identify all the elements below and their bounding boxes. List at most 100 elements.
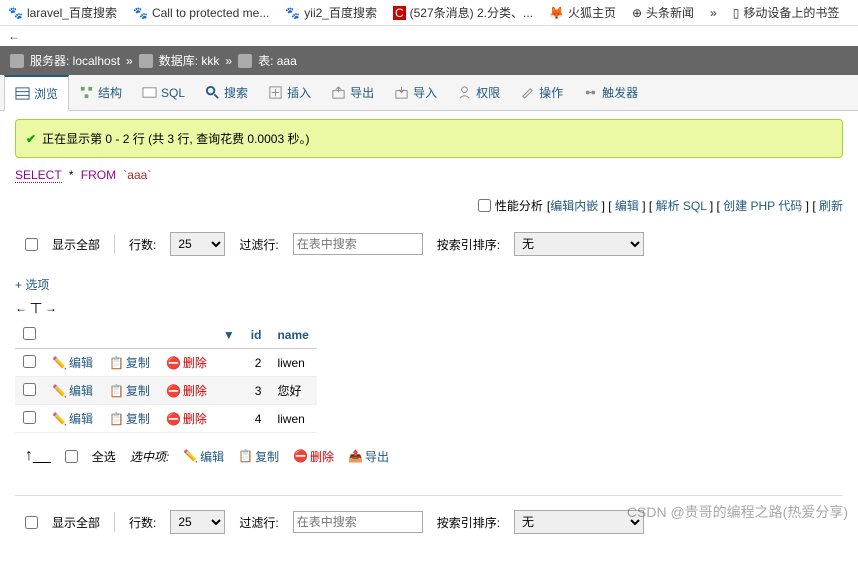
arrow-up-icon: ↑__	[25, 447, 51, 465]
link-refresh[interactable]: 刷新	[819, 199, 843, 213]
rows-label: 行数:	[129, 236, 156, 253]
cell-id: 3	[243, 377, 270, 405]
tab-structure[interactable]: 结构	[69, 75, 132, 110]
select-all-header[interactable]	[23, 327, 36, 340]
tab-triggers[interactable]: 触发器	[573, 75, 648, 110]
copy-icon: 📋	[238, 449, 253, 463]
search-icon	[205, 85, 220, 100]
operations-icon	[520, 85, 535, 100]
sort-select-bottom[interactable]: 无	[514, 510, 644, 534]
server-icon	[10, 54, 24, 68]
link-edit[interactable]: 编辑	[615, 199, 639, 213]
csdn-icon: C	[393, 6, 406, 20]
bookmark-item[interactable]: 🐾Call to protected me...	[133, 6, 269, 20]
cell-name: liwen	[269, 405, 316, 433]
controls-top: 显示全部 行数: 25 过滤行: 按索引排序: 无	[15, 232, 843, 256]
pencil-icon: ✏️	[183, 449, 198, 463]
tab-insert[interactable]: 插入	[258, 75, 321, 110]
row-checkbox[interactable]	[23, 355, 36, 368]
bulk-export[interactable]: 📤导出	[348, 448, 389, 465]
bookmark-item[interactable]: ⊕头条新闻	[632, 4, 694, 21]
showall-label: 显示全部	[52, 236, 100, 253]
breadcrumb: 服务器: localhost » 数据库: kkk » 表: aaa	[0, 46, 858, 75]
copy-icon: 📋	[109, 384, 124, 398]
pencil-icon: ✏️	[52, 356, 67, 370]
col-name[interactable]: name	[269, 322, 316, 349]
bulk-delete[interactable]: ⛔删除	[293, 448, 334, 465]
row-copy[interactable]: 📋复制	[109, 382, 150, 399]
showall-checkbox-bottom[interactable]	[25, 516, 38, 529]
options-toggle[interactable]: + 选项	[15, 276, 49, 293]
delete-icon: ⛔	[166, 412, 181, 426]
message-text: 正在显示第 0 - 2 行 (共 3 行, 查询花费 0.0003 秒。)	[42, 130, 309, 147]
privileges-icon	[457, 85, 472, 100]
bulk-edit[interactable]: ✏️编辑	[183, 448, 224, 465]
row-copy[interactable]: 📋复制	[109, 354, 150, 371]
row-edit[interactable]: ✏️编辑	[52, 382, 93, 399]
rows-select[interactable]: 25	[170, 232, 225, 256]
row-edit[interactable]: ✏️编辑	[52, 354, 93, 371]
link-explain[interactable]: 解析 SQL	[656, 199, 707, 213]
rows-select-bottom[interactable]: 25	[170, 510, 225, 534]
crumb-server[interactable]: 服务器: localhost	[30, 52, 120, 69]
delete-icon: ⛔	[166, 384, 181, 398]
row-edit[interactable]: ✏️编辑	[52, 410, 93, 427]
select-all-checkbox[interactable]	[65, 450, 78, 463]
row-delete[interactable]: ⛔删除	[166, 410, 207, 427]
database-icon	[139, 54, 153, 68]
copy-icon: 📋	[109, 412, 124, 426]
col-id[interactable]: id	[243, 322, 270, 349]
cell-id: 2	[243, 349, 270, 377]
filter-input[interactable]	[293, 233, 423, 255]
table-icon	[238, 54, 252, 68]
tab-search[interactable]: 搜索	[195, 75, 258, 110]
row-delete[interactable]: ⛔删除	[166, 354, 207, 371]
column-arrows[interactable]: ←丅→	[15, 299, 60, 316]
table-row: ✏️编辑📋复制⛔删除3您好	[15, 377, 317, 405]
nav-back[interactable]: ←	[0, 26, 858, 46]
tab-privileges[interactable]: 权限	[447, 75, 510, 110]
delete-icon: ⛔	[166, 356, 181, 370]
cell-name: liwen	[269, 349, 316, 377]
tab-browse[interactable]: 浏览	[4, 75, 69, 111]
bookmark-item[interactable]: 🐾laravel_百度搜索	[8, 4, 117, 21]
filter-input-bottom[interactable]	[293, 511, 423, 533]
insert-icon	[268, 85, 283, 100]
sql-query: SELECT * FROM `aaa`	[15, 168, 843, 183]
bookmark-overflow[interactable]: »	[710, 6, 717, 20]
sort-indicator[interactable]: ▼	[215, 322, 243, 349]
triggers-icon	[583, 85, 598, 100]
sort-select[interactable]: 无	[514, 232, 644, 256]
tabs: 浏览 结构 SQL 搜索 插入 导出 导入 权限 操作 触发器	[0, 75, 858, 111]
bulk-copy[interactable]: 📋复制	[238, 448, 279, 465]
selected-label: 选中项:	[130, 448, 169, 465]
profile-checkbox[interactable]	[478, 199, 491, 212]
tab-sql[interactable]: SQL	[132, 75, 195, 110]
tab-import[interactable]: 导入	[384, 75, 447, 110]
copy-icon: 📋	[109, 356, 124, 370]
table-row: ✏️编辑 📋复制 ⛔删除 4liwen	[15, 405, 317, 433]
sort-label: 按索引排序:	[437, 236, 500, 253]
row-delete[interactable]: ⛔删除	[166, 382, 207, 399]
tab-export[interactable]: 导出	[321, 75, 384, 110]
profile-label: 性能分析	[495, 197, 543, 214]
cell-id: 4	[243, 405, 270, 433]
check-icon: ✔	[26, 132, 36, 146]
row-checkbox[interactable]	[23, 411, 36, 424]
crumb-table[interactable]: 表: aaa	[258, 52, 297, 69]
row-checkbox[interactable]	[23, 383, 36, 396]
row-copy[interactable]: 📋复制	[109, 410, 150, 427]
bookmark-item[interactable]: C(527条消息) 2.分类、...	[393, 4, 533, 21]
tab-operations[interactable]: 操作	[510, 75, 573, 110]
paw-icon: 🐾	[133, 6, 148, 20]
link-inline-edit[interactable]: 编辑内嵌	[550, 199, 598, 213]
table-row: ✏️编辑 📋复制 ⛔删除 2liwen	[15, 349, 317, 377]
showall-checkbox[interactable]	[25, 238, 38, 251]
link-php[interactable]: 创建 PHP 代码	[723, 199, 802, 213]
bookmark-item[interactable]: 🐾yii2_百度搜索	[285, 4, 377, 21]
crumb-database[interactable]: 数据库: kkk	[159, 52, 220, 69]
bookmark-item[interactable]: 🦊火狐主页	[549, 4, 616, 21]
bookmark-item[interactable]: ▯移动设备上的书签	[733, 4, 840, 21]
import-icon	[394, 85, 409, 100]
select-all-link[interactable]: 全选	[92, 448, 116, 465]
